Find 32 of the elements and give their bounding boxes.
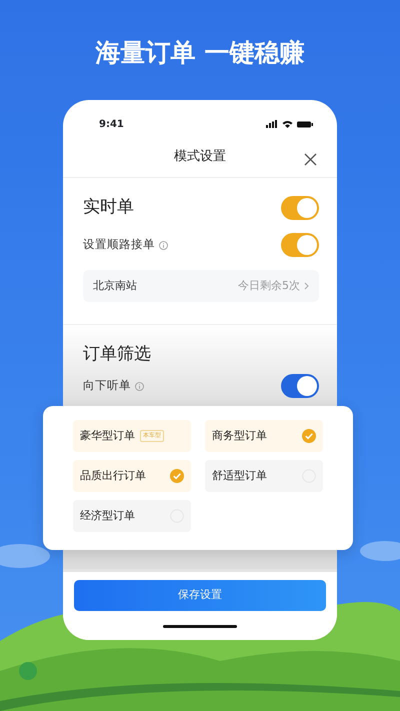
station-row[interactable]: 北京南站 今日剩余5次 [83,270,319,302]
order-type-option[interactable]: 品质出行订单 [73,460,191,492]
wifi-icon [282,120,293,128]
option-label: 商务型订单 [212,428,267,444]
status-time: 9:41 [99,118,124,132]
save-button[interactable]: 保存设置 [74,580,326,611]
option-label: 豪华型订单 [80,428,135,444]
signal-icon [266,120,278,128]
toggle-switch[interactable] [281,374,319,398]
section-title: 实时单 [83,196,134,220]
order-type-option[interactable]: 舒适型订单 [205,460,323,492]
station-name: 北京南站 [93,278,137,294]
screen-title: 模式设置 [174,148,226,166]
order-type-option[interactable]: 经济型订单 [73,500,191,532]
headline: 海量订单 一键稳赚 [94,37,306,69]
chevron-right-icon [304,282,309,290]
toggle-switch[interactable] [281,233,319,257]
check-icon [302,429,316,443]
close-icon[interactable] [304,152,317,166]
option-label: 舒适型订单 [212,468,267,484]
option-label: 经济型订单 [80,508,135,524]
toggle-switch[interactable] [281,196,319,220]
option-label: 品质出行订单 [80,468,146,484]
section-title: 订单筛选 [83,343,151,366]
info-icon[interactable] [159,240,168,250]
battery-icon [297,120,313,128]
setting-label: 向下听单 [83,377,131,394]
setting-label: 设置顺路接单 [83,236,155,254]
order-type-option[interactable]: 商务型订单 [205,420,323,452]
remaining-count: 今日剩余5次 [238,278,300,294]
info-icon[interactable] [135,382,144,390]
check-icon [170,469,184,483]
